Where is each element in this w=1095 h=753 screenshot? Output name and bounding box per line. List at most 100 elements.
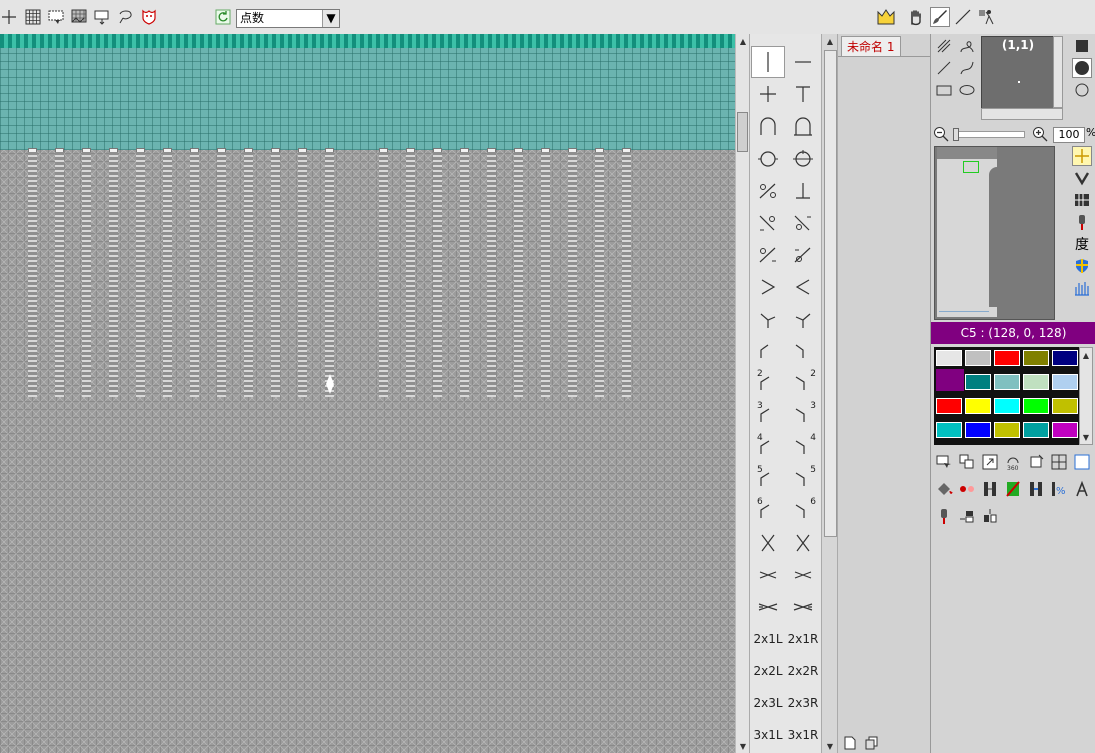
crosshair-icon[interactable] bbox=[0, 8, 18, 26]
histogram-icon[interactable] bbox=[1072, 278, 1092, 298]
mode-select[interactable]: 点数 ▼ bbox=[236, 9, 340, 28]
grid-view-icon[interactable] bbox=[1072, 146, 1092, 166]
copy-document-icon[interactable] bbox=[865, 736, 879, 750]
color-swatch-r3-c2[interactable] bbox=[994, 422, 1020, 438]
color-swatch-r2-c1[interactable] bbox=[965, 398, 991, 414]
rectangle-tool-icon[interactable] bbox=[934, 80, 954, 100]
stitch-transfer-left-5[interactable]: 5 bbox=[751, 463, 785, 495]
mask-icon[interactable] bbox=[140, 8, 158, 26]
navigator-horizontal-scrollbar[interactable] bbox=[981, 108, 1063, 120]
stitch-tuck-alt-right-icon[interactable] bbox=[786, 239, 820, 271]
color-swatch-r1-c1[interactable] bbox=[965, 374, 991, 390]
color-swatch-r1-c4[interactable] bbox=[1052, 374, 1078, 390]
scroll-up-icon[interactable]: ▲ bbox=[822, 34, 838, 48]
shield-icon[interactable] bbox=[1072, 256, 1092, 276]
skew-tool-icon[interactable] bbox=[1026, 452, 1046, 472]
color-bar-icon[interactable] bbox=[1003, 479, 1023, 499]
stitch-palette-scrollbar[interactable]: ▲ ▼ bbox=[821, 34, 838, 753]
stitch-fork-left-icon[interactable] bbox=[751, 303, 785, 335]
scroll-down-icon[interactable]: ▼ bbox=[822, 739, 838, 753]
color-swatch-r0-c0[interactable] bbox=[936, 350, 962, 366]
thumbnail-preview[interactable] bbox=[934, 146, 1055, 320]
color-swatch-r2-c4[interactable] bbox=[1052, 398, 1078, 414]
stitch-arch-bar-icon[interactable] bbox=[786, 111, 820, 143]
select-tool-icon[interactable] bbox=[934, 452, 954, 472]
preview-viewport-rect[interactable] bbox=[963, 161, 979, 173]
stitch-tuck-alt-left-icon[interactable] bbox=[751, 239, 785, 271]
stitch-loop-bar-icon[interactable] bbox=[786, 143, 820, 175]
stitch-transfer-right-4[interactable]: 4 bbox=[786, 431, 820, 463]
tab-untitled-1[interactable]: 未命名 1 bbox=[841, 36, 901, 56]
stitch-vertical-icon[interactable] bbox=[751, 46, 785, 78]
v-stitch-icon[interactable] bbox=[1072, 168, 1092, 188]
scroll-down-icon[interactable]: ▼ bbox=[1080, 430, 1092, 444]
color-swatch-r3-c0[interactable] bbox=[936, 422, 962, 438]
select-down-icon[interactable] bbox=[93, 8, 111, 26]
move-down-icon[interactable] bbox=[980, 506, 1000, 526]
color-swatch-r3-c4[interactable] bbox=[1052, 422, 1078, 438]
stitch-2x3l[interactable]: 2x3L bbox=[751, 687, 785, 719]
swap-colors-icon[interactable] bbox=[957, 479, 977, 499]
color-swatch-r2-c2[interactable] bbox=[994, 398, 1020, 414]
zoom-out-icon[interactable] bbox=[933, 126, 949, 142]
canvas-vertical-scrollbar[interactable]: ▲ ▼ bbox=[735, 34, 750, 753]
stitch-2x1r[interactable]: 2x1R bbox=[786, 623, 820, 655]
stitch-horizontal-icon[interactable] bbox=[786, 46, 820, 78]
stitch-2x2r[interactable]: 2x2R bbox=[786, 655, 820, 687]
color-swatch-r0-c1[interactable] bbox=[965, 350, 991, 366]
zoom-in-icon[interactable] bbox=[1032, 126, 1048, 142]
grid-icon[interactable] bbox=[24, 8, 42, 26]
knit-canvas[interactable] bbox=[0, 34, 735, 753]
stitch-transfer-right-2[interactable]: 2 bbox=[786, 367, 820, 399]
grid-split-icon[interactable] bbox=[1049, 452, 1069, 472]
round-brush-icon[interactable] bbox=[1072, 58, 1092, 78]
stitch-fork-right-icon[interactable] bbox=[786, 303, 820, 335]
navigator-coord-box[interactable]: (1,1) bbox=[981, 36, 1055, 110]
stitch-2x3r[interactable]: 2x3R bbox=[786, 687, 820, 719]
stitch-2x2l[interactable]: 2x2L bbox=[751, 655, 785, 687]
copy-tool-icon[interactable] bbox=[957, 452, 977, 472]
stitch-double-cross-right-icon[interactable] bbox=[786, 559, 820, 591]
stitch-double-cross-left-icon[interactable] bbox=[751, 559, 785, 591]
stitch-transfer-left-icon[interactable] bbox=[751, 335, 785, 367]
move-left-icon[interactable] bbox=[957, 506, 977, 526]
stitch-tuck-left-icon[interactable] bbox=[751, 207, 785, 239]
figure-icon[interactable] bbox=[977, 8, 995, 26]
ring-brush-icon[interactable] bbox=[1072, 80, 1092, 100]
text-tool-icon[interactable] bbox=[1072, 479, 1092, 499]
color-swatch-r2-c3[interactable] bbox=[1023, 398, 1049, 414]
rotate-360-icon[interactable]: 360 bbox=[1003, 452, 1023, 472]
navigator-vertical-scrollbar[interactable] bbox=[1053, 36, 1063, 108]
line-icon[interactable] bbox=[954, 8, 972, 26]
stitch-greater-icon[interactable] bbox=[751, 271, 785, 303]
stitch-transfer-right-3[interactable]: 3 bbox=[786, 399, 820, 431]
degree-button[interactable]: 度 bbox=[1072, 234, 1092, 254]
stitch-transfer-left-3[interactable]: 3 bbox=[751, 399, 785, 431]
stitch-transfer-right-5[interactable]: 5 bbox=[786, 463, 820, 495]
stitch-transfer-right-6[interactable]: 6 bbox=[786, 495, 820, 527]
stitch-cross-right-icon[interactable] bbox=[786, 527, 820, 559]
zoom-slider-thumb[interactable] bbox=[953, 128, 959, 141]
stitch-3x1r[interactable]: 3x1R bbox=[786, 719, 820, 751]
color-swatch-r3-c1[interactable] bbox=[965, 422, 991, 438]
scroll-up-icon[interactable]: ▲ bbox=[736, 34, 750, 48]
stitch-transfer-left-6[interactable]: 6 bbox=[751, 495, 785, 527]
canvas-scroll-thumb[interactable] bbox=[737, 112, 748, 152]
color-swatch-r1-c2[interactable] bbox=[994, 374, 1020, 390]
percent-tool-icon[interactable]: % bbox=[1049, 479, 1069, 499]
stitch-triple-cross-right-icon[interactable] bbox=[786, 591, 820, 623]
resize-tool-icon[interactable] bbox=[980, 452, 1000, 472]
column-fill-icon[interactable] bbox=[980, 479, 1000, 499]
column-marker-icon[interactable] bbox=[1026, 479, 1046, 499]
crown-icon[interactable] bbox=[876, 7, 896, 27]
stitch-inverted-tee-icon[interactable] bbox=[786, 175, 820, 207]
stitch-tee-icon[interactable] bbox=[786, 78, 820, 110]
stitch-transfer-left-2[interactable]: 2 bbox=[751, 367, 785, 399]
stitch-cross-left-icon[interactable] bbox=[751, 527, 785, 559]
zoom-slider[interactable] bbox=[953, 131, 1025, 138]
stitch-tuck-icon[interactable] bbox=[751, 175, 785, 207]
stitch-arch-icon[interactable] bbox=[751, 111, 785, 143]
zoom-value-input[interactable]: 100 bbox=[1053, 127, 1085, 143]
scroll-down-icon[interactable]: ▼ bbox=[736, 739, 750, 753]
select-rect-icon[interactable] bbox=[47, 8, 65, 26]
